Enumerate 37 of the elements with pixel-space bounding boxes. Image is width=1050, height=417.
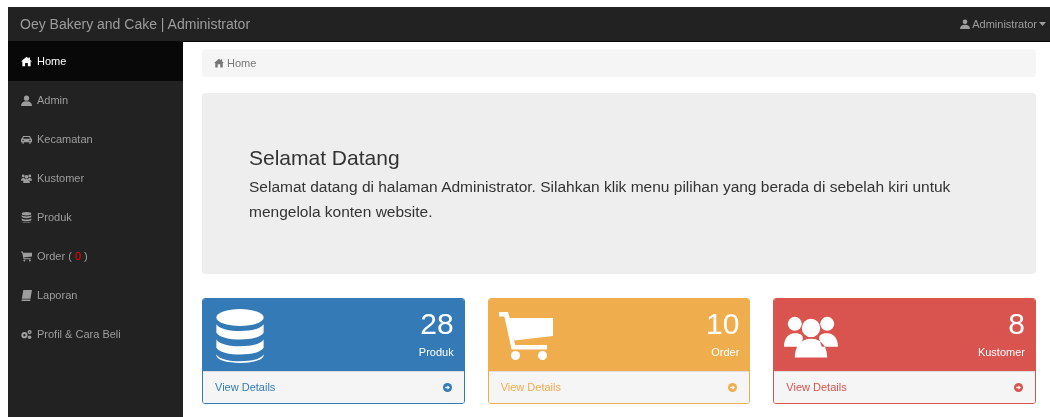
cart-icon xyxy=(498,309,553,363)
brand-title[interactable]: Oey Bakery and Cake | Administrator xyxy=(20,13,251,35)
book-icon xyxy=(21,290,32,301)
view-details-link[interactable]: View Details xyxy=(774,371,1035,403)
sidebar-item[interactable]: Profil & Cara Beli xyxy=(8,315,183,354)
sidebar-item[interactable]: Home xyxy=(8,42,183,81)
sidebar-item[interactable]: Order ( 0 ) xyxy=(8,237,183,276)
users-icon xyxy=(21,173,32,184)
car-icon xyxy=(21,134,32,145)
welcome-text: Selamat datang di halaman Administrator. Silahkan klik menu pilihan yang berada di sebelah kiri untuk mengelola konten website. xyxy=(249,176,952,222)
sidebar-item[interactable]: Kecamatan xyxy=(8,120,183,159)
stat-label: Order xyxy=(711,345,740,360)
stat-count: 28 xyxy=(420,307,454,341)
arrow-circle-icon xyxy=(1014,383,1023,392)
welcome-title: Selamat Datang xyxy=(249,144,401,171)
arrow-circle-icon xyxy=(442,383,452,392)
sidebar-item[interactable]: Admin xyxy=(8,81,183,120)
stat-label: Kustomer xyxy=(977,345,1025,360)
cogs-icon xyxy=(21,329,32,340)
cart-icon xyxy=(21,251,32,262)
user-icon xyxy=(960,19,971,29)
view-details-link[interactable]: View Details xyxy=(203,371,464,403)
stat-count: 8 xyxy=(1008,307,1025,341)
database-icon xyxy=(21,212,32,223)
home-icon xyxy=(214,58,224,68)
user-menu[interactable]: Administrator xyxy=(960,15,1046,33)
breadcrumb-link[interactable]: Home xyxy=(214,54,257,72)
sidebar-item[interactable]: Laporan xyxy=(8,276,183,315)
database-icon xyxy=(213,309,267,363)
stat-label: Produk xyxy=(418,345,454,360)
caret-icon xyxy=(1039,22,1046,26)
home-icon xyxy=(21,56,32,67)
sidebar-item[interactable]: Produk xyxy=(8,198,183,237)
stat-count: 10 xyxy=(705,307,740,341)
arrow-circle-icon xyxy=(728,383,738,392)
user-icon xyxy=(21,95,32,106)
sidebar-item[interactable]: Kustomer xyxy=(8,159,183,198)
